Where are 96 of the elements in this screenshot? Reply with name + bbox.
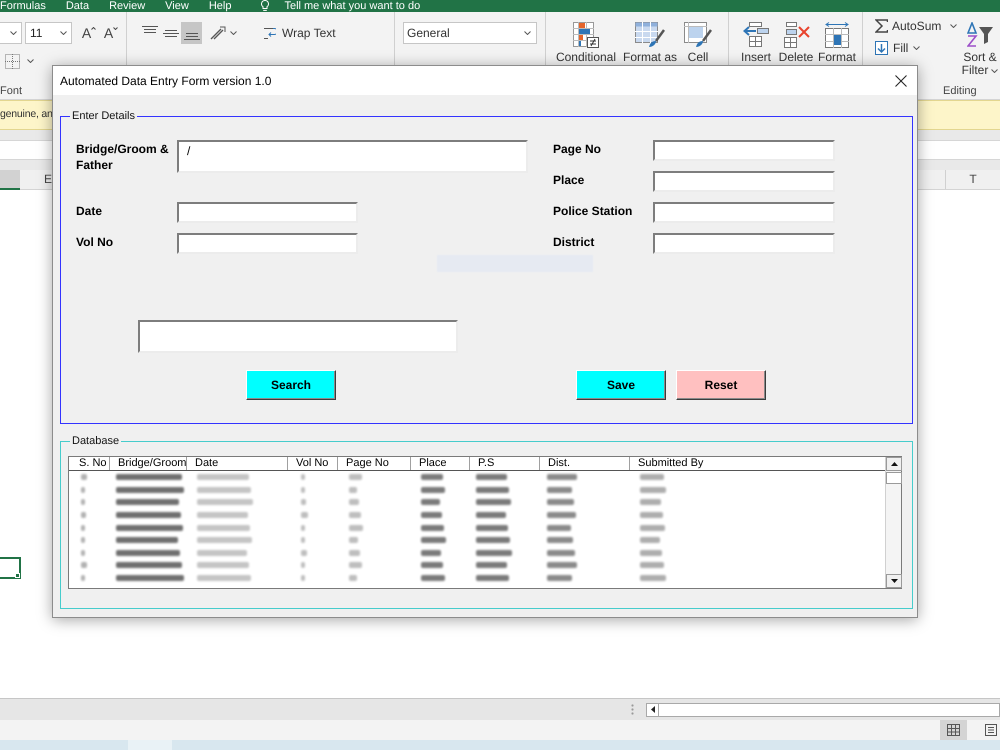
search-field[interactable] (138, 320, 458, 353)
field-label: District (553, 234, 596, 250)
format-button[interactable]: Format (818, 22, 856, 64)
text-field[interactable] (177, 202, 358, 223)
text-field[interactable]: / (177, 140, 528, 173)
form-button[interactable]: Save (576, 370, 666, 400)
caret-icon (991, 68, 998, 72)
format-as-table-button[interactable]: Format as (622, 22, 678, 64)
group-label: Editing (943, 84, 977, 99)
normal-view-button[interactable] (940, 720, 967, 740)
conditional-formatting-button[interactable]: Conditional (552, 22, 620, 64)
orientation-icon (210, 26, 226, 40)
field-label: Page No (553, 141, 602, 157)
column-header[interactable]: T (945, 170, 1000, 189)
text-field[interactable] (177, 233, 358, 254)
insert-button[interactable]: Insert (738, 22, 774, 64)
align-icon (142, 26, 158, 33)
fill-down-icon (875, 41, 888, 55)
format-cells-icon (824, 22, 850, 48)
caret-icon (10, 31, 17, 35)
scroll-up-button[interactable] (886, 457, 902, 471)
caret-icon (230, 31, 236, 35)
font-size-dropdown[interactable]: 11 (25, 22, 72, 44)
field-label: Police Station (553, 203, 634, 219)
database-list[interactable]: S. No Bridge/Groom Date Vol No Page No Place P.S Dist. Submitted By (68, 456, 902, 589)
vertical-scrollbar[interactable] (885, 457, 901, 588)
column-header: S. No (69, 457, 110, 470)
column-header: Place (411, 457, 470, 470)
borders-icon (5, 54, 20, 68)
decrease-font-button[interactable]: A (102, 22, 120, 44)
text-field[interactable] (653, 233, 835, 254)
column-header: P.S (470, 457, 540, 470)
sort-filter-icon (966, 22, 994, 48)
triangle-up-icon (890, 462, 898, 466)
fill-button[interactable]: Fill (873, 40, 920, 56)
wrap-text-button[interactable]: Wrap Text (264, 22, 336, 44)
page-icon (985, 724, 997, 736)
grid-icon (947, 724, 960, 736)
column-header: Page No (338, 457, 411, 470)
menu-tab[interactable]: Help (208, 0, 232, 12)
menu-tab[interactable]: Formulas (0, 0, 46, 12)
text-field[interactable] (653, 171, 835, 192)
triangle-left-icon (650, 706, 654, 713)
message-text: genuine, an (0, 107, 53, 122)
column-header: Vol No (288, 457, 338, 470)
scroll-thumb[interactable] (886, 472, 902, 484)
menu-tab[interactable]: View (165, 0, 189, 12)
align-icon (184, 33, 200, 40)
dialog-title: Automated Data Entry Form version 1.0 (60, 72, 272, 90)
field-label: Date (76, 203, 104, 219)
field-label: Place (553, 172, 586, 188)
triangle-down-icon (890, 579, 898, 583)
autosum-button[interactable]: AutoSum (873, 18, 960, 34)
caret-down-icon (113, 27, 118, 30)
caret-icon (950, 24, 958, 28)
align-bottom-button[interactable] (181, 22, 202, 44)
conditional-format-icon (573, 22, 599, 48)
tell-me-search[interactable]: Tell me what you want to do (284, 0, 420, 12)
text-field[interactable] (653, 202, 835, 223)
caret-icon (913, 46, 920, 50)
delete-cells-icon (782, 22, 810, 48)
menu-tab[interactable]: Data (66, 0, 90, 12)
insert-cells-icon (743, 22, 769, 48)
sum-icon (875, 19, 888, 33)
increase-font-button[interactable]: A (80, 22, 98, 44)
column-header: Submitted By (637, 457, 704, 470)
caret-icon (524, 31, 531, 35)
close-icon (895, 74, 907, 86)
borders-button[interactable] (5, 52, 34, 70)
delete-button[interactable]: Delete (776, 22, 816, 64)
caret-icon (60, 31, 67, 35)
selected-cell[interactable] (0, 557, 21, 579)
cell-brush-icon (684, 22, 712, 48)
form-button[interactable]: Search (246, 370, 336, 400)
scroll-down-button[interactable] (886, 574, 902, 588)
horizontal-scrollbar[interactable] (659, 702, 1000, 716)
sort-filter-button[interactable]: Sort & Filter (960, 22, 1000, 77)
field-label: Bridge/Groom & Father (76, 141, 170, 173)
field-label: Vol No (76, 234, 114, 250)
caret-up-icon (91, 27, 96, 30)
wrap-text-icon (264, 26, 276, 40)
grip-icon (631, 704, 634, 715)
column-header: Date (187, 457, 288, 470)
menu-tab[interactable]: Review (109, 0, 146, 12)
selected-column-header[interactable] (0, 170, 20, 190)
table-brush-icon (635, 22, 665, 48)
scroll-left-button[interactable] (646, 702, 659, 716)
column-header: Bridge/Groom (110, 457, 187, 470)
text-field[interactable] (653, 140, 835, 161)
group-label: Font (0, 84, 22, 99)
align-icon (162, 30, 178, 36)
column-header: Dist. (540, 457, 630, 470)
form-button[interactable]: Reset (676, 370, 766, 400)
caret-icon (27, 59, 34, 63)
cell-styles-button[interactable]: Cell (680, 22, 716, 64)
number-format-dropdown[interactable]: General (403, 22, 537, 44)
